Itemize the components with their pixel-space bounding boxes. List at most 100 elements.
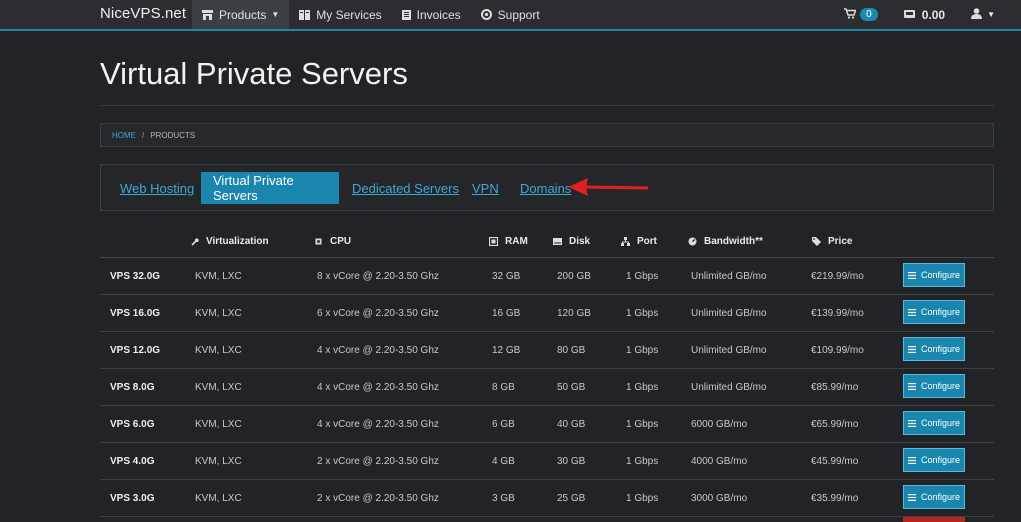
nav-invoices-label: Invoices	[416, 7, 461, 22]
table-row: VPS 3.0G KVM, LXC 2 x vCore @ 2.20-3.50 …	[100, 480, 994, 517]
sliders-icon	[907, 271, 916, 279]
configure-button[interactable]: Configure	[903, 448, 965, 472]
header-cpu-label: CPU	[330, 236, 352, 247]
chevron-down-icon: ▼	[987, 10, 995, 19]
plan-port: 1 Gbps	[626, 381, 659, 393]
tab-vpn[interactable]: VPN	[472, 172, 499, 204]
plan-price: €85.99/mo	[811, 381, 859, 393]
plan-port: 1 Gbps	[626, 492, 659, 504]
configure-button[interactable]: Configure	[903, 300, 965, 324]
plan-name: VPS 3.0G	[110, 492, 155, 504]
plan-port: 1 Gbps	[626, 307, 659, 319]
credit-amount: 0.00	[921, 7, 946, 22]
account-credit[interactable]: 0.00	[903, 7, 946, 22]
sliders-icon	[907, 419, 916, 427]
product-category-tabs: Web Hosting Virtual Private Servers Dedi…	[100, 164, 994, 211]
table-row: VPS 6.0G KVM, LXC 4 x vCore @ 2.20-3.50 …	[100, 406, 994, 443]
plan-port: 1 Gbps	[626, 418, 659, 430]
sliders-icon	[907, 345, 916, 353]
nav-invoices[interactable]: Invoices	[392, 0, 471, 29]
tab-virtual-private-servers[interactable]: Virtual Private Servers	[201, 172, 339, 204]
header-ram-label: RAM	[505, 236, 528, 247]
configure-button-label: Configure	[920, 270, 961, 280]
configure-button[interactable]: Configure	[903, 485, 965, 509]
services-icon	[299, 9, 311, 20]
table-row: VPS 4.0G KVM, LXC 2 x vCore @ 2.20-3.50 …	[100, 443, 994, 480]
plan-disk: 25 GB	[557, 492, 586, 504]
configure-button-label: Configure	[920, 492, 961, 502]
tag-icon	[812, 237, 821, 246]
plan-cpu: 2 x vCore @ 2.20-3.50 Ghz	[317, 455, 439, 467]
plan-disk: 50 GB	[557, 381, 586, 393]
nav-support[interactable]: Support	[471, 0, 550, 29]
plan-bandwidth: Unlimited GB/mo	[691, 270, 767, 282]
plan-bandwidth: Unlimited GB/mo	[691, 307, 767, 319]
plan-ram: 16 GB	[492, 307, 521, 319]
plan-virtualization: KVM, LXC	[195, 418, 242, 430]
plan-price: €139.99/mo	[811, 307, 864, 319]
sliders-icon	[907, 308, 916, 316]
brand-logo[interactable]: NiceVPS.net	[100, 5, 186, 22]
table-header: Virtualization CPU RAM Disk Port Bandwid…	[100, 230, 994, 257]
header-port: Port	[621, 236, 657, 247]
header-disk: Disk	[553, 236, 590, 247]
header-bandwidth-label: Bandwidth**	[704, 236, 763, 247]
wallet-icon	[903, 8, 915, 22]
plan-virtualization: KVM, LXC	[195, 455, 242, 467]
plan-price: €65.99/mo	[811, 418, 859, 430]
sliders-icon	[907, 382, 916, 390]
plan-ram: 4 GB	[492, 455, 515, 467]
header-bandwidth: Bandwidth**	[688, 236, 763, 247]
plan-name: VPS 12.0G	[110, 344, 161, 356]
configure-button[interactable]: Configure	[903, 411, 965, 435]
configure-button[interactable]: Configure	[903, 374, 965, 398]
plan-price: €45.99/mo	[811, 455, 859, 467]
user-menu[interactable]: ▼	[971, 6, 995, 24]
configure-button[interactable]: Configure	[903, 263, 965, 287]
main-nav: Products ▼ My Services Invoices Support	[192, 0, 550, 29]
cart-count-badge: 0	[860, 8, 878, 21]
page-title: Virtual Private Servers	[100, 56, 408, 91]
configure-button[interactable]: Configure	[903, 337, 965, 361]
cpu-icon	[314, 237, 323, 246]
user-icon	[971, 6, 983, 24]
configure-button-label: Configure	[920, 418, 961, 428]
table-row: VPS 8.0G KVM, LXC 4 x vCore @ 2.20-3.50 …	[100, 369, 994, 406]
plan-virtualization: KVM, LXC	[195, 270, 242, 282]
annotation-arrow	[568, 178, 649, 196]
nav-my-services[interactable]: My Services	[289, 0, 391, 29]
header-price: Price	[812, 236, 852, 247]
lifebuoy-icon	[480, 9, 492, 20]
cart-button[interactable]: 0	[844, 6, 878, 24]
chevron-down-icon: ▼	[271, 10, 280, 19]
plan-virtualization: KVM, LXC	[195, 307, 242, 319]
tab-web-hosting[interactable]: Web Hosting	[120, 172, 194, 204]
tab-domains[interactable]: Domains	[520, 172, 571, 204]
plan-cpu: 2 x vCore @ 2.20-3.50 Ghz	[317, 492, 439, 504]
header-disk-label: Disk	[569, 236, 591, 247]
top-navbar: NiceVPS.net Products ▼ My Services Invoi…	[0, 0, 1021, 31]
plan-virtualization: KVM, LXC	[195, 344, 242, 356]
plan-name: VPS 16.0G	[110, 307, 161, 319]
sliders-icon	[907, 456, 916, 464]
table-row: VPS 32.0G KVM, LXC 8 x vCore @ 2.20-3.50…	[100, 258, 994, 295]
plan-disk: 30 GB	[557, 455, 586, 467]
breadcrumb-current: PRODUCTS	[150, 130, 196, 140]
plan-name: VPS 32.0G	[110, 270, 161, 282]
network-icon	[621, 237, 630, 246]
plan-ram: 6 GB	[492, 418, 515, 430]
plan-ram: 12 GB	[492, 344, 521, 356]
tab-dedicated-servers[interactable]: Dedicated Servers	[352, 172, 459, 204]
header-cpu: CPU	[314, 236, 351, 247]
plan-price: €219.99/mo	[811, 270, 864, 282]
breadcrumb-home-link[interactable]: HOME	[112, 131, 136, 140]
plan-bandwidth: Unlimited GB/mo	[691, 381, 767, 393]
store-icon	[202, 9, 213, 20]
configure-button-label: Configure	[920, 455, 961, 465]
plan-bandwidth: 4000 GB/mo	[691, 455, 748, 467]
header-virtualization: Virtualization	[191, 236, 269, 247]
next-row-button-edge	[903, 517, 965, 522]
table-row: VPS 16.0G KVM, LXC 6 x vCore @ 2.20-3.50…	[100, 295, 994, 332]
plan-disk: 120 GB	[557, 307, 591, 319]
nav-products[interactable]: Products ▼	[192, 0, 290, 29]
